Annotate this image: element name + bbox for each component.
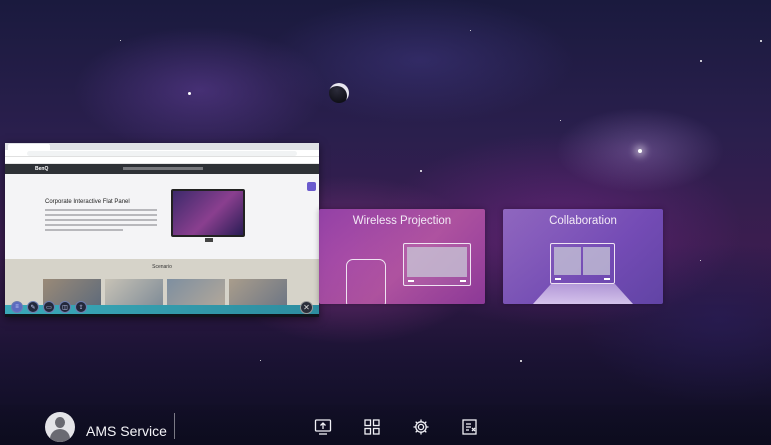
star: [560, 120, 561, 121]
hero-text: [45, 209, 157, 234]
star: [120, 40, 121, 41]
exit-signout-icon[interactable]: [460, 417, 480, 437]
split-display-icon: [550, 243, 615, 284]
pen-icon[interactable]: ✎: [27, 301, 39, 313]
share-icon[interactable]: ⇪: [75, 301, 87, 313]
collaboration-card[interactable]: Collaboration: [503, 209, 663, 304]
site-menu[interactable]: [123, 167, 203, 170]
display-icon: [403, 243, 471, 286]
chat-widget-button[interactable]: [307, 182, 316, 191]
star: [260, 360, 261, 361]
window-icon[interactable]: ◫: [59, 301, 71, 313]
product-stand: [205, 238, 213, 242]
star: [470, 30, 471, 31]
star: [760, 40, 762, 42]
browser-tab-strip[interactable]: [5, 143, 319, 150]
url-field[interactable]: [27, 151, 297, 156]
scenario-title: Scenario: [152, 264, 172, 270]
hero-heading: Corporate Interactive Flat Panel: [45, 199, 130, 205]
bookmarks-bar[interactable]: [5, 157, 319, 164]
light-beam-graphic: [533, 284, 633, 304]
star: [188, 92, 191, 95]
taskbar: [5, 314, 319, 317]
phone-icon: [346, 259, 386, 304]
browser-window[interactable]: BenQ Corporate Interactive Flat Panel Sc…: [5, 143, 319, 317]
screenshot-icon[interactable]: ▭: [43, 301, 55, 313]
product-image: [171, 189, 245, 237]
site-logo[interactable]: BenQ: [35, 166, 48, 172]
collaboration-title: Collaboration: [549, 215, 617, 227]
star: [420, 170, 422, 172]
wireless-projection-title: Wireless Projection: [352, 215, 452, 227]
hero-section: Corporate Interactive Flat Panel: [5, 174, 319, 259]
star: [638, 149, 642, 153]
screen-share-icon[interactable]: [313, 417, 333, 437]
avatar[interactable]: [45, 412, 75, 442]
apps-grid-icon[interactable]: [362, 417, 382, 437]
star: [520, 360, 522, 362]
close-icon[interactable]: ✕: [300, 301, 313, 314]
menu-icon[interactable]: ≡: [11, 301, 23, 313]
star: [700, 60, 702, 62]
star: [700, 260, 701, 261]
launcher-background: BenQ Corporate Interactive Flat Panel Sc…: [0, 0, 771, 445]
settings-gear-icon[interactable]: [411, 417, 431, 437]
planet-graphic: [329, 83, 349, 103]
user-name[interactable]: AMS Service: [86, 423, 167, 439]
divider: [174, 413, 175, 439]
browser-address-bar[interactable]: [5, 150, 319, 157]
site-nav: BenQ: [5, 164, 319, 174]
wireless-projection-card[interactable]: Wireless Projection: [319, 209, 485, 304]
